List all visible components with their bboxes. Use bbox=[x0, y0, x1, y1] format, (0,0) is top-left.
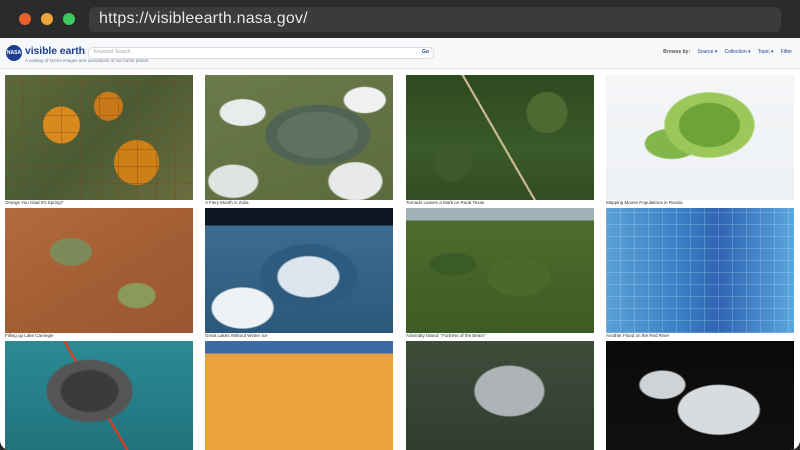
image-caption[interactable]: Admiralty Island: "Fortress of the Bears… bbox=[406, 333, 486, 338]
webpage: NASA visible earth A catalog of NASA ima… bbox=[0, 38, 800, 450]
site-title[interactable]: visible earth bbox=[25, 45, 85, 57]
image-caption[interactable]: Filling up Lake Carnegie bbox=[5, 333, 54, 338]
image-thumbnail[interactable] bbox=[5, 75, 193, 200]
address-bar-url: https://visibleearth.nasa.gov/ bbox=[99, 10, 308, 27]
image-thumbnail[interactable] bbox=[205, 341, 393, 450]
browser-window: https://visibleearth.nasa.gov/ NASA visi… bbox=[0, 0, 800, 450]
image-caption[interactable]: Another Flood on the Red River bbox=[606, 333, 669, 338]
address-bar[interactable]: https://visibleearth.nasa.gov/ bbox=[89, 7, 781, 32]
image-thumbnail[interactable] bbox=[406, 341, 594, 450]
image-thumbnail[interactable] bbox=[406, 75, 594, 200]
browse-nav: Browse by: Source ▾ Collection ▾ Topic ▾… bbox=[663, 49, 792, 55]
site-header: NASA visible earth A catalog of NASA ima… bbox=[0, 38, 800, 69]
browse-label: Browse by: bbox=[663, 49, 691, 55]
maximize-window-icon[interactable] bbox=[63, 13, 75, 25]
nasa-logo[interactable]: NASA bbox=[6, 45, 22, 61]
nav-topic-dropdown[interactable]: Topic ▾ bbox=[758, 49, 774, 55]
image-caption[interactable]: Great Lakes Without Winter Ice bbox=[205, 333, 268, 338]
image-caption[interactable]: A Fiery Month in Zulia bbox=[205, 200, 249, 205]
minimize-window-icon[interactable] bbox=[41, 13, 53, 25]
image-thumbnail[interactable] bbox=[406, 208, 594, 333]
image-caption[interactable]: Tornado Leaves a Mark on Rural Texas bbox=[406, 200, 484, 205]
image-thumbnail[interactable] bbox=[205, 75, 393, 200]
image-thumbnail[interactable] bbox=[606, 75, 794, 200]
nav-collection-dropdown[interactable]: Collection ▾ bbox=[725, 49, 751, 55]
search-go-button[interactable]: Go bbox=[422, 49, 429, 55]
image-thumbnail[interactable] bbox=[5, 341, 193, 450]
image-thumbnail[interactable] bbox=[606, 341, 794, 450]
search-input[interactable]: Keyword Search Go bbox=[88, 47, 434, 59]
nav-source-dropdown[interactable]: Source ▾ bbox=[698, 49, 718, 55]
search-placeholder: Keyword Search bbox=[94, 49, 131, 55]
nav-filter-button[interactable]: Filter bbox=[781, 49, 792, 55]
image-thumbnail[interactable] bbox=[606, 208, 794, 333]
image-thumbnail[interactable] bbox=[5, 208, 193, 333]
image-caption[interactable]: Mapping Moose Populations in Russia bbox=[606, 200, 683, 205]
browser-titlebar: https://visibleearth.nasa.gov/ bbox=[0, 0, 800, 38]
image-caption[interactable]: Orange You Glad It's Spring? bbox=[5, 200, 63, 205]
image-thumbnail[interactable] bbox=[205, 208, 393, 333]
close-window-icon[interactable] bbox=[19, 13, 31, 25]
